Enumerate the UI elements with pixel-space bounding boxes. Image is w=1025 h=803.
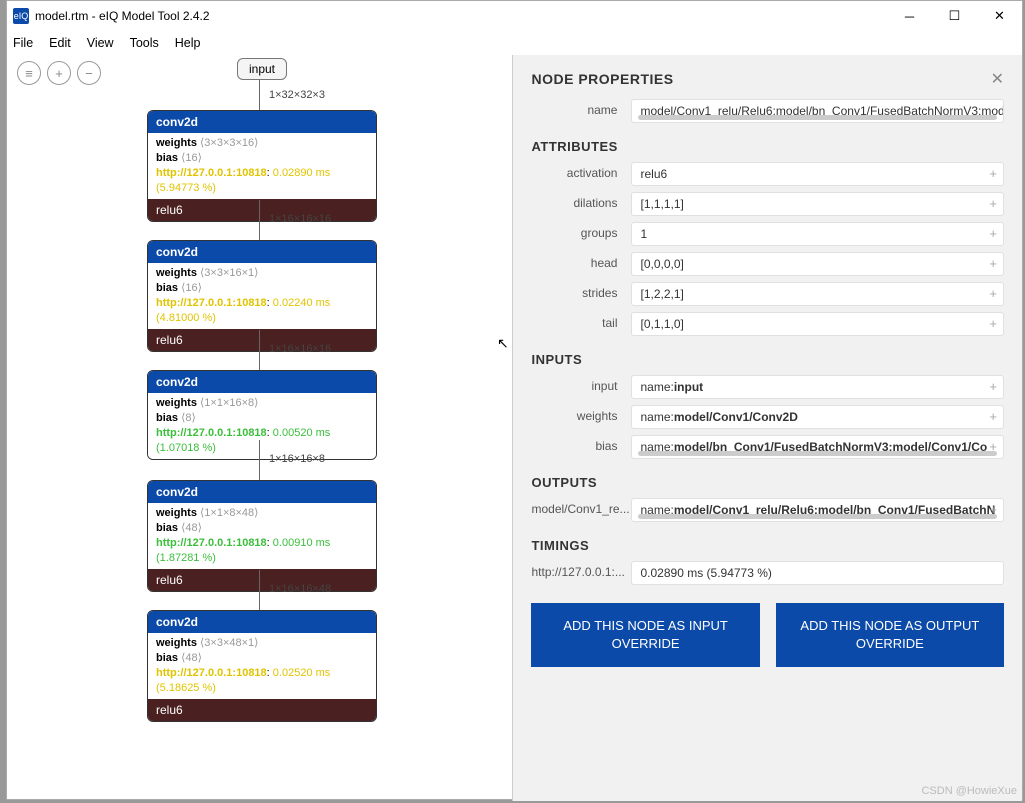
prop-label: activation [531,162,631,180]
graph-canvas[interactable]: ≡ + − input 1×32×32×3 conv2d weights ⟨3×… [7,55,512,801]
node-header: conv2d [148,371,376,393]
graph-edge [259,330,260,370]
graph-node-conv2d[interactable]: conv2d weights ⟨1×1×16×8⟩ bias ⟨8⟩ http:… [147,370,377,460]
graph-node-conv2d[interactable]: conv2d weights ⟨3×3×3×16⟩ bias ⟨16⟩ http… [147,110,377,222]
prop-label: http://127.0.0.1:... [531,561,631,579]
node-header: conv2d [148,481,376,503]
node-body: weights ⟨3×3×16×1⟩ bias ⟨16⟩ http://127.… [148,263,376,329]
maximize-button[interactable]: ☐ [932,1,977,31]
expand-icon[interactable]: + [989,166,997,181]
node-header: conv2d [148,241,376,263]
node-header: conv2d [148,611,376,633]
graph-node-conv2d[interactable]: conv2d weights ⟨3×3×48×1⟩ bias ⟨48⟩ http… [147,610,377,722]
prop-value[interactable]: 1+ [631,222,1004,246]
graph-node-conv2d[interactable]: conv2d weights ⟨3×3×16×1⟩ bias ⟨16⟩ http… [147,240,377,352]
edge-label: 1×16×16×16 [269,213,331,225]
add-input-override-button[interactable]: ADD THIS NODE AS INPUT OVERRIDE [531,603,759,667]
edge-label: 1×32×32×3 [269,89,325,101]
titlebar: eIQ model.rtm - eIQ Model Tool 2.4.2 ─ ☐… [7,1,1022,31]
menu-edit[interactable]: Edit [49,36,71,50]
zoom-in-icon[interactable]: + [47,61,71,85]
expand-icon[interactable]: + [989,196,997,211]
graph-edge [259,80,260,110]
menu-view[interactable]: View [87,36,114,50]
edge-label: 1×16×16×8 [269,453,325,465]
section-attributes: ATTRIBUTES [531,139,1004,154]
prop-label: groups [531,222,631,240]
node-footer: relu6 [148,329,376,351]
prop-label: strides [531,282,631,300]
prop-value[interactable]: [1,2,2,1]+ [631,282,1004,306]
expand-icon[interactable]: + [989,256,997,271]
node-footer: relu6 [148,699,376,721]
prop-value[interactable]: name: model/bn_Conv1/FusedBatchNormV3;mo… [631,435,1004,459]
expand-icon[interactable]: + [989,439,997,454]
prop-value[interactable]: [1,1,1,1]+ [631,192,1004,216]
prop-value[interactable]: model/Conv1_relu/Relu6;model/bn_Conv1/Fu… [631,99,1004,123]
menu-help[interactable]: Help [175,36,201,50]
app-logo: eIQ [13,8,29,24]
prop-label: dilations [531,192,631,210]
menu-tools[interactable]: Tools [130,36,159,50]
prop-value[interactable]: name: input+ [631,375,1004,399]
section-inputs: INPUTS [531,352,1004,367]
minimize-button[interactable]: ─ [887,1,932,31]
edge-label: 1×16×16×48 [269,583,331,595]
node-body: weights ⟨1×1×16×8⟩ bias ⟨8⟩ http://127.0… [148,393,376,459]
input-node[interactable]: input [237,58,287,80]
window-title: model.rtm - eIQ Model Tool 2.4.2 [35,9,887,23]
prop-label: input [531,375,631,393]
prop-value[interactable]: 0.02890 ms (5.94773 %) [631,561,1004,585]
prop-value[interactable]: name: model/Conv1/Conv2D+ [631,405,1004,429]
expand-icon[interactable]: + [989,316,997,331]
list-icon[interactable]: ≡ [17,61,41,85]
node-header: conv2d [148,111,376,133]
node-footer: relu6 [148,199,376,221]
graph-node-conv2d[interactable]: conv2d weights ⟨1×1×8×48⟩ bias ⟨48⟩ http… [147,480,377,592]
prop-label: name [531,99,631,117]
node-footer: relu6 [148,569,376,591]
menubar: File Edit View Tools Help [7,31,1022,55]
expand-icon[interactable]: + [989,226,997,241]
prop-value[interactable]: name: model/Conv1_relu/Relu6;model/bn_Co… [631,498,1004,522]
section-timings: TIMINGS [531,538,1004,553]
prop-label: weights [531,405,631,423]
properties-panel: NODE PROPERTIES ✕ name model/Conv1_relu/… [512,55,1022,801]
graph-edge [259,570,260,610]
prop-value[interactable]: [0,0,0,0]+ [631,252,1004,276]
node-body: weights ⟨3×3×48×1⟩ bias ⟨48⟩ http://127.… [148,633,376,699]
graph-edge [259,440,260,480]
section-outputs: OUTPUTS [531,475,1004,490]
expand-icon[interactable]: + [989,286,997,301]
prop-label: head [531,252,631,270]
panel-title: NODE PROPERTIES [531,71,990,87]
menu-file[interactable]: File [13,36,33,50]
zoom-out-icon[interactable]: − [77,61,101,85]
prop-label: bias [531,435,631,453]
close-button[interactable]: ✕ [977,1,1022,31]
graph-edge [259,200,260,240]
watermark: CSDN @HowieXue [921,785,1017,797]
expand-icon[interactable]: + [989,409,997,424]
prop-value[interactable]: relu6+ [631,162,1004,186]
panel-close-icon[interactable]: ✕ [991,69,1004,89]
expand-icon[interactable]: + [989,502,997,517]
add-output-override-button[interactable]: ADD THIS NODE AS OUTPUT OVERRIDE [776,603,1004,667]
edge-label: 1×16×16×16 [269,343,331,355]
prop-label: tail [531,312,631,330]
node-body: weights ⟨1×1×8×48⟩ bias ⟨48⟩ http://127.… [148,503,376,569]
prop-label: model/Conv1_re... [531,498,631,516]
prop-value[interactable]: [0,1,1,0]+ [631,312,1004,336]
node-body: weights ⟨3×3×3×16⟩ bias ⟨16⟩ http://127.… [148,133,376,199]
expand-icon[interactable]: + [989,379,997,394]
